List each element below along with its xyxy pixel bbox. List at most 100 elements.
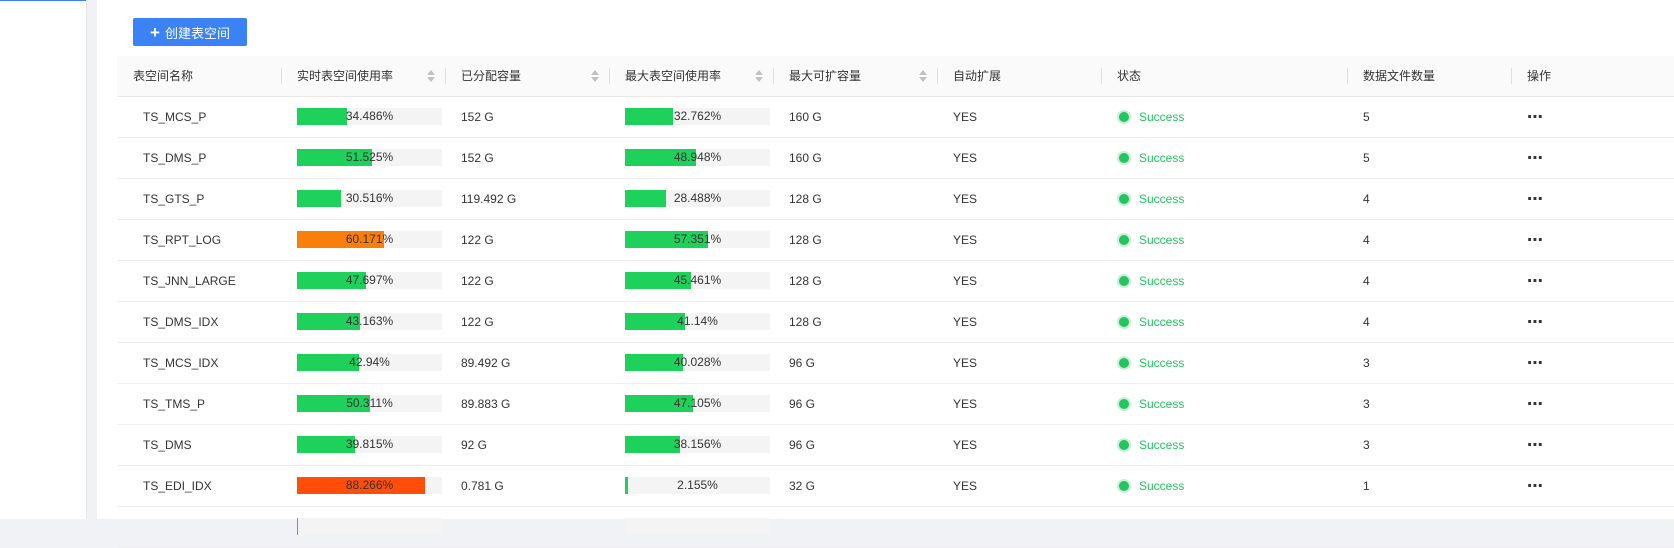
status-dot-icon xyxy=(1117,396,1131,411)
cell-max-extendable: 128 G xyxy=(773,178,937,219)
more-icon[interactable]: ⋯ xyxy=(1527,273,1543,290)
status-badge: Success xyxy=(1117,478,1347,493)
more-icon[interactable]: ⋯ xyxy=(1527,191,1543,208)
max-usage-bar-label: 32.762% xyxy=(673,109,722,123)
status-dot-icon xyxy=(1117,191,1131,206)
table-row[interactable]: TS_TMS_P 50.311% 89.883 G 47.105% 96 G YES Suc… xyxy=(117,383,1674,424)
cell-datafile-count: 5 xyxy=(1347,137,1511,178)
column-divider xyxy=(1511,68,1512,84)
more-icon[interactable]: ⋯ xyxy=(1527,109,1543,126)
allocated-capacity: 92 G xyxy=(461,437,488,452)
realtime-usage-bar-label: 60.171% xyxy=(345,232,394,246)
sidebar-active-indicator xyxy=(0,0,86,1)
max-extendable: 96 G xyxy=(789,437,816,452)
table-row[interactable]: TS_DMS_P 51.525% 152 G 48.948% 160 G YES Succe… xyxy=(117,137,1674,178)
cell-datafile-count: 3 xyxy=(1347,424,1511,465)
cell-max-extendable: 160 G xyxy=(773,96,937,137)
status-badge: Success xyxy=(1117,355,1347,370)
max-usage-bar: 2.155% xyxy=(625,477,770,494)
cell-actions: ⋯ xyxy=(1511,301,1674,342)
cell-realtime-usage: 39.815% xyxy=(281,424,445,465)
table-row[interactable]: TS_MCS_P 34.486% 152 G 32.762% 160 G YES Succe… xyxy=(117,96,1674,137)
max-extendable: 96 G xyxy=(789,396,816,411)
cell-realtime-usage: 50.311% xyxy=(281,383,445,424)
status-badge: Success xyxy=(1117,232,1347,247)
status-text: Success xyxy=(1139,273,1185,288)
cell-datafile-count: 4 xyxy=(1347,301,1511,342)
max-usage-bar: 47.105% xyxy=(625,395,770,412)
datafile-count: 4 xyxy=(1363,273,1370,288)
column-header-allocated-capacity[interactable]: 已分配容量 xyxy=(445,56,609,97)
cell-tablespace-name: TS_DMS_P xyxy=(117,137,281,178)
cell-max-extendable: 96 G xyxy=(773,424,937,465)
table-row[interactable]: TS_DMS 39.815% 92 G 38.156% 96 G YES Success 3 ⋯ xyxy=(117,424,1674,465)
column-header-actions: 操作 xyxy=(1511,56,1674,97)
status-badge: Success xyxy=(1117,314,1347,329)
cell-auto-extend: YES xyxy=(937,465,1101,506)
table-row[interactable]: TS_EDI_IDX 88.266% 0.781 G 2.155% 32 G YES Suc… xyxy=(117,465,1674,506)
realtime-usage-bar: 34.486% xyxy=(297,108,442,125)
cell-auto-extend: YES xyxy=(937,137,1101,178)
max-usage-bar: 48.948% xyxy=(625,149,770,166)
max-usage-bar: 38.156% xyxy=(625,436,770,453)
cell-max-usage: 45.461% xyxy=(609,260,773,301)
more-icon[interactable]: ⋯ xyxy=(1527,232,1543,249)
cell-actions xyxy=(1511,506,1674,547)
table-row[interactable]: TS_JNN_LARGE 47.697% 122 G 45.461% 128 G YES S… xyxy=(117,260,1674,301)
more-icon[interactable]: ⋯ xyxy=(1527,355,1543,372)
cell-realtime-usage: 51.525% xyxy=(281,137,445,178)
cell-realtime-usage: 47.697% xyxy=(281,260,445,301)
status-dot-icon xyxy=(1117,232,1131,247)
cell-actions: ⋯ xyxy=(1511,342,1674,383)
cell-status: Success xyxy=(1101,342,1347,383)
table-row[interactable]: TS_MCS_IDX 42.94% 89.492 G 40.028% 96 G YES Su… xyxy=(117,342,1674,383)
cell-realtime-usage: 88.266% xyxy=(281,465,445,506)
datafile-count: 3 xyxy=(1363,396,1370,411)
more-icon[interactable]: ⋯ xyxy=(1527,314,1543,331)
column-label: 状态 xyxy=(1117,69,1142,84)
column-label: 最大可扩容量 xyxy=(789,69,862,84)
cell-auto-extend: YES xyxy=(937,383,1101,424)
more-icon[interactable]: ⋯ xyxy=(1527,396,1543,413)
more-icon[interactable]: ⋯ xyxy=(1527,437,1543,454)
sort-icon[interactable] xyxy=(591,68,599,84)
cell-max-extendable: 96 G xyxy=(773,342,937,383)
column-label: 操作 xyxy=(1527,69,1552,84)
allocated-capacity: 152 G xyxy=(461,109,494,124)
status-dot-icon xyxy=(1117,273,1131,288)
max-usage-bar xyxy=(625,518,770,535)
sort-icon[interactable] xyxy=(919,68,927,84)
realtime-usage-bar xyxy=(297,518,442,535)
create-tablespace-button[interactable]: + 创建表空间 xyxy=(133,18,247,46)
column-header-max-extendable[interactable]: 最大可扩容量 xyxy=(773,56,937,97)
content-gutter xyxy=(87,0,97,519)
cell-max-usage: 57.351% xyxy=(609,219,773,260)
cell-status: Success xyxy=(1101,383,1347,424)
cell-tablespace-name: TS_JNN_LARGE xyxy=(117,260,281,301)
column-header-max-usage[interactable]: 最大表空间使用率 xyxy=(609,56,773,97)
more-icon[interactable]: ⋯ xyxy=(1527,150,1543,167)
sort-icon[interactable] xyxy=(755,68,763,84)
more-icon[interactable]: ⋯ xyxy=(1527,478,1543,495)
datafile-count: 1 xyxy=(1363,478,1370,493)
column-header-realtime-usage[interactable]: 实时表空间使用率 xyxy=(281,56,445,97)
sort-descending-icon xyxy=(427,77,435,82)
cell-max-usage: 40.028% xyxy=(609,342,773,383)
max-usage-bar-label: 47.105% xyxy=(673,396,722,410)
table-row[interactable] xyxy=(117,506,1674,547)
sort-icon[interactable] xyxy=(427,68,435,84)
table-row[interactable]: TS_DMS_IDX 43.163% 122 G 41.14% 128 G YES Succ… xyxy=(117,301,1674,342)
table-row[interactable]: TS_GTS_P 30.516% 119.492 G 28.488% 128 G YES S… xyxy=(117,178,1674,219)
cell-tablespace-name xyxy=(117,506,281,547)
auto-extend: YES xyxy=(953,396,978,411)
cell-allocated-capacity: 119.492 G xyxy=(445,178,609,219)
status-badge: Success xyxy=(1117,109,1347,124)
cell-tablespace-name: TS_MCS_IDX xyxy=(117,342,281,383)
cell-status xyxy=(1101,506,1347,547)
cell-tablespace-name: TS_EDI_IDX xyxy=(117,465,281,506)
cell-actions: ⋯ xyxy=(1511,424,1674,465)
table-row[interactable]: TS_RPT_LOG 60.171% 122 G 57.351% 128 G YES Suc… xyxy=(117,219,1674,260)
cell-realtime-usage: 30.516% xyxy=(281,178,445,219)
sort-ascending-icon xyxy=(591,70,599,75)
realtime-usage-bar-label: 51.525% xyxy=(345,150,394,164)
